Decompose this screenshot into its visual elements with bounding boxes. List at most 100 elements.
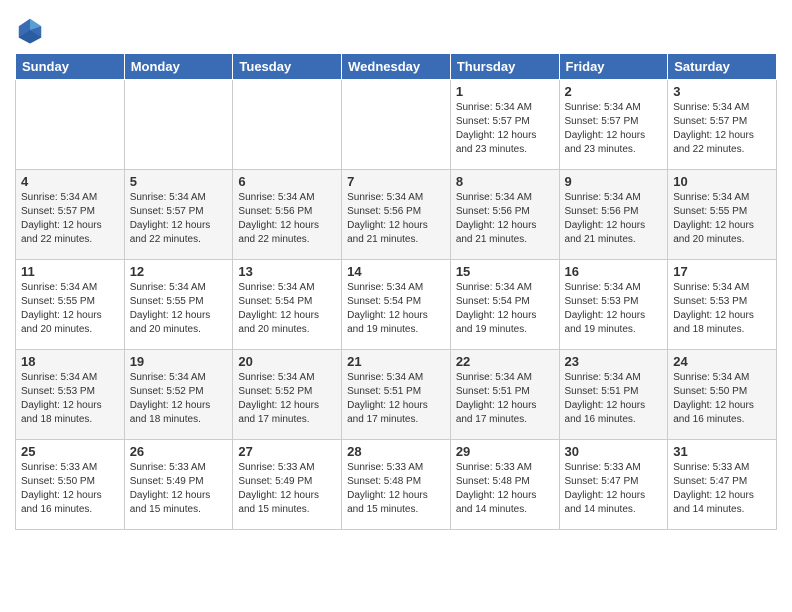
day-number: 6 bbox=[238, 174, 336, 189]
day-number: 16 bbox=[565, 264, 663, 279]
cell-info: Sunrise: 5:34 AMSunset: 5:54 PMDaylight:… bbox=[456, 281, 554, 337]
day-number: 5 bbox=[130, 174, 228, 189]
week-row-1: 1Sunrise: 5:34 AMSunset: 5:57 PMDaylight… bbox=[16, 80, 777, 170]
calendar-cell: 15 Sunrise: 5:34 AMSunset: 5:54 PMDayligh… bbox=[450, 260, 559, 350]
calendar-cell: 8 Sunrise: 5:34 AMSunset: 5:56 PMDaylight… bbox=[450, 170, 559, 260]
calendar-cell: 27 Sunrise: 5:33 AMSunset: 5:49 PMDayligh… bbox=[233, 440, 342, 530]
cell-info: Sunrise: 5:34 AMSunset: 5:55 PMDaylight:… bbox=[130, 281, 228, 337]
day-number: 14 bbox=[347, 264, 445, 279]
day-header-wednesday: Wednesday bbox=[342, 54, 451, 80]
calendar-cell bbox=[233, 80, 342, 170]
calendar-cell: 21 Sunrise: 5:34 AMSunset: 5:51 PMDayligh… bbox=[342, 350, 451, 440]
cell-info: Sunrise: 5:34 AMSunset: 5:50 PMDaylight:… bbox=[673, 371, 771, 427]
day-number: 18 bbox=[21, 354, 119, 369]
day-number: 17 bbox=[673, 264, 771, 279]
day-number: 19 bbox=[130, 354, 228, 369]
day-number: 27 bbox=[238, 444, 336, 459]
logo-icon bbox=[15, 15, 45, 45]
day-number: 3 bbox=[673, 84, 771, 99]
day-number: 15 bbox=[456, 264, 554, 279]
day-number: 12 bbox=[130, 264, 228, 279]
calendar-cell: 7 Sunrise: 5:34 AMSunset: 5:56 PMDaylight… bbox=[342, 170, 451, 260]
calendar-cell: 16 Sunrise: 5:34 AMSunset: 5:53 PMDayligh… bbox=[559, 260, 668, 350]
day-number: 8 bbox=[456, 174, 554, 189]
logo bbox=[15, 15, 49, 45]
calendar-cell: 22 Sunrise: 5:34 AMSunset: 5:51 PMDayligh… bbox=[450, 350, 559, 440]
week-row-5: 25 Sunrise: 5:33 AMSunset: 5:50 PMDayligh… bbox=[16, 440, 777, 530]
cell-info: Sunrise: 5:33 AMSunset: 5:49 PMDaylight:… bbox=[238, 461, 336, 517]
day-header-sunday: Sunday bbox=[16, 54, 125, 80]
calendar-cell: 30Sunrise: 5:33 AMSunset: 5:47 PMDayligh… bbox=[559, 440, 668, 530]
day-header-saturday: Saturday bbox=[668, 54, 777, 80]
week-row-2: 4 Sunrise: 5:34 AMSunset: 5:57 PMDaylight… bbox=[16, 170, 777, 260]
day-header-thursday: Thursday bbox=[450, 54, 559, 80]
day-number: 7 bbox=[347, 174, 445, 189]
calendar-cell: 26 Sunrise: 5:33 AMSunset: 5:49 PMDayligh… bbox=[124, 440, 233, 530]
cell-info: Sunrise: 5:34 AMSunset: 5:51 PMDaylight:… bbox=[347, 371, 445, 427]
calendar-cell: 31Sunrise: 5:33 AMSunset: 5:47 PMDayligh… bbox=[668, 440, 777, 530]
calendar-cell: 24 Sunrise: 5:34 AMSunset: 5:50 PMDayligh… bbox=[668, 350, 777, 440]
day-number: 9 bbox=[565, 174, 663, 189]
calendar-cell: 5 Sunrise: 5:34 AMSunset: 5:57 PMDaylight… bbox=[124, 170, 233, 260]
calendar-cell: 28Sunrise: 5:33 AMSunset: 5:48 PMDayligh… bbox=[342, 440, 451, 530]
calendar-cell: 25 Sunrise: 5:33 AMSunset: 5:50 PMDayligh… bbox=[16, 440, 125, 530]
calendar-table: SundayMondayTuesdayWednesdayThursdayFrid… bbox=[15, 53, 777, 530]
cell-info: Sunrise: 5:34 AMSunset: 5:57 PMDaylight:… bbox=[130, 191, 228, 247]
day-number: 4 bbox=[21, 174, 119, 189]
day-number: 24 bbox=[673, 354, 771, 369]
calendar-cell: 10 Sunrise: 5:34 AMSunset: 5:55 PMDayligh… bbox=[668, 170, 777, 260]
cell-info: Sunrise: 5:33 AMSunset: 5:47 PMDaylight:… bbox=[565, 461, 663, 517]
day-number: 11 bbox=[21, 264, 119, 279]
calendar-cell: 6 Sunrise: 5:34 AMSunset: 5:56 PMDaylight… bbox=[233, 170, 342, 260]
cell-info: Sunrise: 5:34 AMSunset: 5:56 PMDaylight:… bbox=[456, 191, 554, 247]
cell-info: Sunrise: 5:34 AMSunset: 5:51 PMDaylight:… bbox=[456, 371, 554, 427]
calendar-cell: 13 Sunrise: 5:34 AMSunset: 5:54 PMDayligh… bbox=[233, 260, 342, 350]
calendar-cell bbox=[16, 80, 125, 170]
day-number: 26 bbox=[130, 444, 228, 459]
calendar-cell: 3 Sunrise: 5:34 AMSunset: 5:57 PMDaylight… bbox=[668, 80, 777, 170]
cell-info: Sunrise: 5:34 AMSunset: 5:56 PMDaylight:… bbox=[238, 191, 336, 247]
calendar-cell: 12 Sunrise: 5:34 AMSunset: 5:55 PMDayligh… bbox=[124, 260, 233, 350]
calendar-cell: 18 Sunrise: 5:34 AMSunset: 5:53 PMDayligh… bbox=[16, 350, 125, 440]
cell-info: Sunrise: 5:34 AMSunset: 5:57 PMDaylight:… bbox=[673, 101, 771, 157]
cell-info: Sunrise: 5:33 AMSunset: 5:48 PMDaylight:… bbox=[456, 461, 554, 517]
day-number: 25 bbox=[21, 444, 119, 459]
cell-info: Sunrise: 5:34 AMSunset: 5:55 PMDaylight:… bbox=[21, 281, 119, 337]
calendar-cell: 1Sunrise: 5:34 AMSunset: 5:57 PMDaylight… bbox=[450, 80, 559, 170]
calendar-cell bbox=[342, 80, 451, 170]
day-number: 21 bbox=[347, 354, 445, 369]
day-header-monday: Monday bbox=[124, 54, 233, 80]
cell-info: Sunrise: 5:34 AMSunset: 5:55 PMDaylight:… bbox=[673, 191, 771, 247]
cell-info: Sunrise: 5:34 AMSunset: 5:54 PMDaylight:… bbox=[238, 281, 336, 337]
day-number: 29 bbox=[456, 444, 554, 459]
day-number: 31 bbox=[673, 444, 771, 459]
week-row-3: 11 Sunrise: 5:34 AMSunset: 5:55 PMDayligh… bbox=[16, 260, 777, 350]
day-number: 22 bbox=[456, 354, 554, 369]
calendar-cell: 17 Sunrise: 5:34 AMSunset: 5:53 PMDayligh… bbox=[668, 260, 777, 350]
calendar-cell: 2Sunrise: 5:34 AMSunset: 5:57 PMDaylight… bbox=[559, 80, 668, 170]
cell-info: Sunrise: 5:34 AMSunset: 5:54 PMDaylight:… bbox=[347, 281, 445, 337]
calendar-cell: 20 Sunrise: 5:34 AMSunset: 5:52 PMDayligh… bbox=[233, 350, 342, 440]
cell-info: Sunrise: 5:33 AMSunset: 5:49 PMDaylight:… bbox=[130, 461, 228, 517]
day-header-tuesday: Tuesday bbox=[233, 54, 342, 80]
calendar-cell: 19Sunrise: 5:34 AMSunset: 5:52 PMDayligh… bbox=[124, 350, 233, 440]
day-number: 10 bbox=[673, 174, 771, 189]
cell-info: Sunrise: 5:34 AMSunset: 5:53 PMDaylight:… bbox=[673, 281, 771, 337]
day-number: 13 bbox=[238, 264, 336, 279]
cell-info: Sunrise: 5:34 AMSunset: 5:53 PMDaylight:… bbox=[565, 281, 663, 337]
calendar-cell: 4 Sunrise: 5:34 AMSunset: 5:57 PMDaylight… bbox=[16, 170, 125, 260]
cell-info: Sunrise: 5:34 AMSunset: 5:57 PMDaylight:… bbox=[21, 191, 119, 247]
cell-info: Sunrise: 5:34 AMSunset: 5:57 PMDaylight:… bbox=[565, 101, 663, 157]
day-number: 23 bbox=[565, 354, 663, 369]
calendar-cell: 9Sunrise: 5:34 AMSunset: 5:56 PMDaylight… bbox=[559, 170, 668, 260]
cell-info: Sunrise: 5:34 AMSunset: 5:53 PMDaylight:… bbox=[21, 371, 119, 427]
day-number: 20 bbox=[238, 354, 336, 369]
calendar-cell: 11 Sunrise: 5:34 AMSunset: 5:55 PMDayligh… bbox=[16, 260, 125, 350]
cell-info: Sunrise: 5:33 AMSunset: 5:48 PMDaylight:… bbox=[347, 461, 445, 517]
days-header-row: SundayMondayTuesdayWednesdayThursdayFrid… bbox=[16, 54, 777, 80]
week-row-4: 18 Sunrise: 5:34 AMSunset: 5:53 PMDayligh… bbox=[16, 350, 777, 440]
cell-info: Sunrise: 5:33 AMSunset: 5:50 PMDaylight:… bbox=[21, 461, 119, 517]
cell-info: Sunrise: 5:34 AMSunset: 5:56 PMDaylight:… bbox=[347, 191, 445, 247]
cell-info: Sunrise: 5:34 AMSunset: 5:52 PMDaylight:… bbox=[238, 371, 336, 427]
day-header-friday: Friday bbox=[559, 54, 668, 80]
